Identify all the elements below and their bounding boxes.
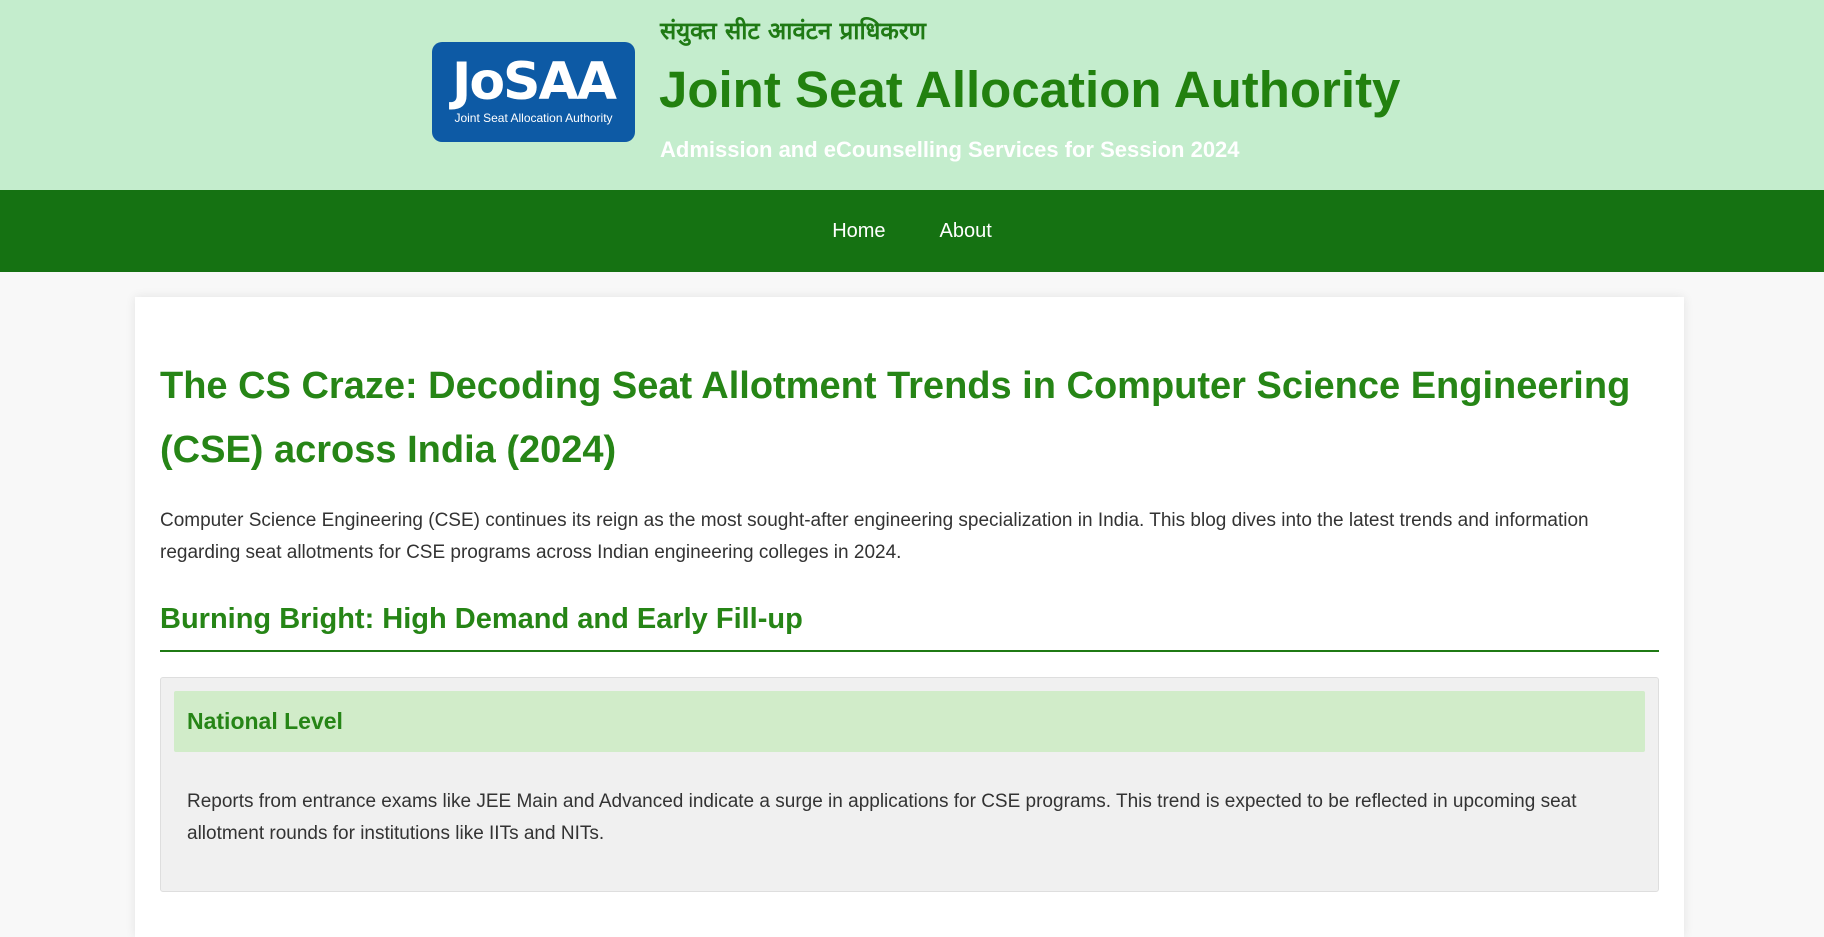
main-navbar: Home About (0, 190, 1824, 272)
article-intro: Computer Science Engineering (CSE) conti… (160, 510, 1589, 563)
article-card: The CS Craze: Decoding Seat Allotment Tr… (135, 297, 1684, 937)
section-heading: Burning Bright: High Demand and Early Fi… (160, 603, 1659, 652)
panel-body: Reports from entrance exams like JEE Mai… (187, 791, 1577, 844)
josaa-logo[interactable]: JoSAA Joint Seat Allocation Authority (432, 42, 635, 142)
logo-wordmark: JoSAA (451, 52, 617, 112)
hindi-title: संयुक्त सीट आवंटन प्राधिकरण (660, 17, 927, 45)
site-header: JoSAA Joint Seat Allocation Authority सं… (0, 0, 1824, 190)
nav-about-link[interactable]: About (940, 220, 992, 243)
site-tagline: Admission and eCounselling Services for … (660, 137, 1240, 162)
site-title: Joint Seat Allocation Authority (659, 61, 1401, 118)
logo-subtext: Joint Seat Allocation Authority (454, 111, 613, 125)
national-level-panel: National Level Reports from entrance exa… (160, 677, 1659, 892)
nav-home-link[interactable]: Home (832, 220, 885, 243)
article-title: The CS Craze: Decoding Seat Allotment Tr… (160, 365, 1631, 471)
panel-heading: National Level (174, 691, 1645, 752)
